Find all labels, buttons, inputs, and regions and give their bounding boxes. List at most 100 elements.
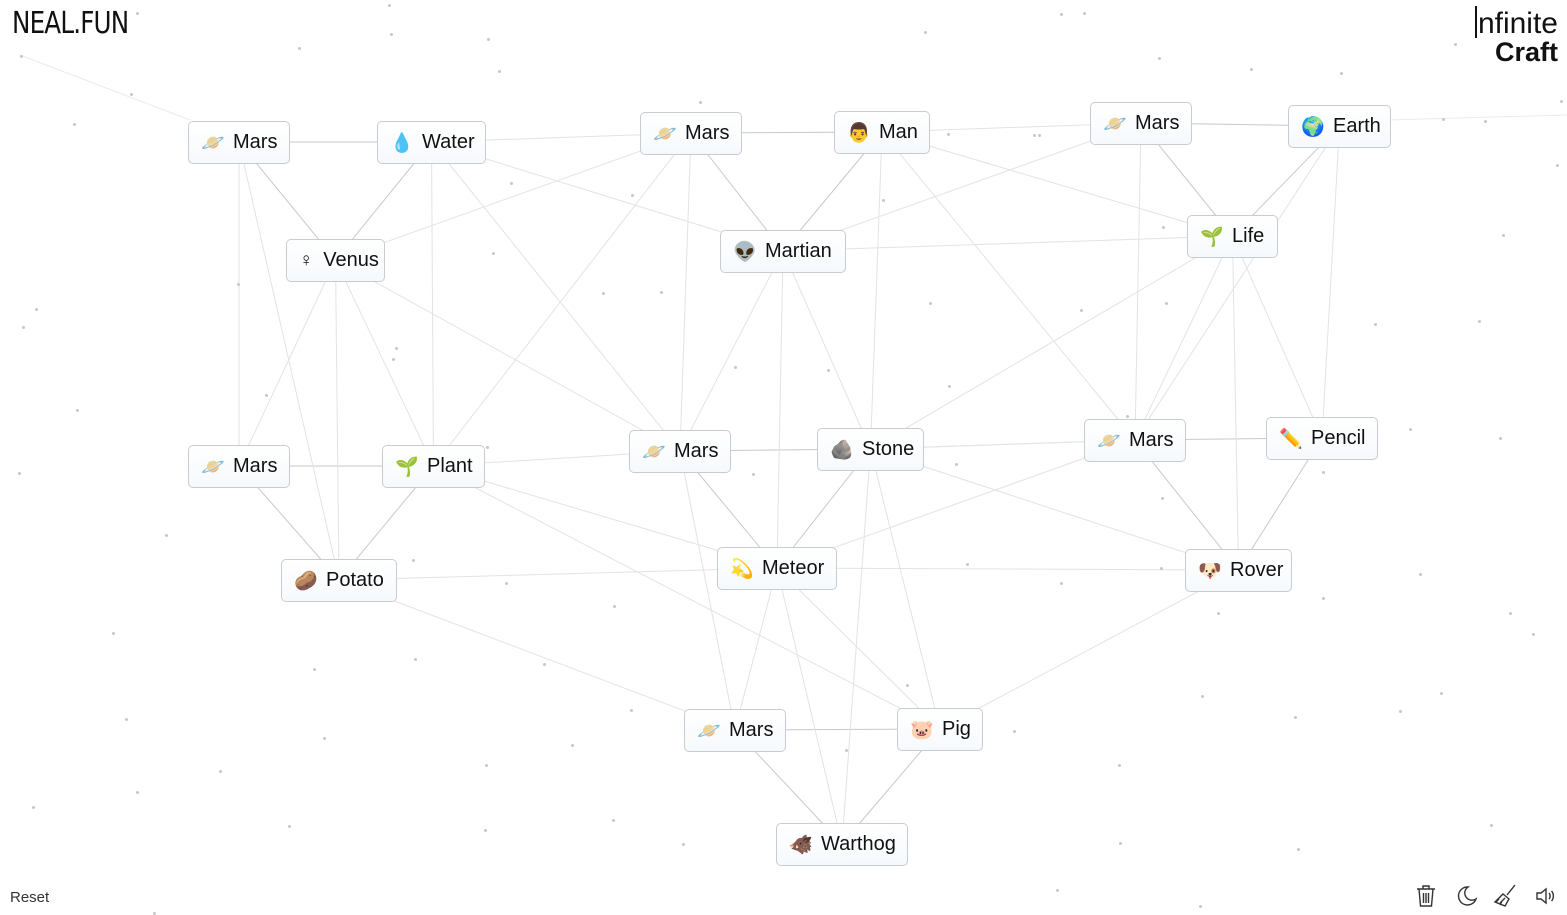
star-dot <box>906 684 909 687</box>
star-dot <box>32 806 35 809</box>
connection-line <box>1134 122 1142 441</box>
star-dot <box>1322 471 1325 474</box>
brand-line-2: Craft <box>1494 37 1558 67</box>
connection-line <box>870 448 941 730</box>
item-warthog[interactable]: 🐗 Warthog <box>776 823 908 866</box>
item-label: Stone <box>862 438 915 460</box>
star-dot <box>1409 428 1412 431</box>
star-dot <box>313 668 316 671</box>
item-label: Venus <box>323 249 379 271</box>
star-dot <box>602 292 605 295</box>
item-label: Mars <box>1129 429 1174 451</box>
item-earth[interactable]: 🌍 Earth <box>1288 105 1391 148</box>
mars-icon: 🪐 <box>653 123 677 145</box>
item-mars[interactable]: 🪐 Mars <box>188 121 290 164</box>
item-life[interactable]: 🌱 Life <box>1187 215 1278 258</box>
broom-icon[interactable] <box>1493 883 1519 909</box>
mars-icon: 🪐 <box>697 720 721 742</box>
star-dot <box>682 843 685 846</box>
connection-line <box>238 141 340 581</box>
star-dot <box>571 744 574 747</box>
item-mars[interactable]: 🪐 Mars <box>1084 419 1186 462</box>
star-dot <box>543 663 546 666</box>
star-dot <box>1478 320 1481 323</box>
star-dot <box>390 33 393 36</box>
connection-line <box>776 567 941 730</box>
stone-icon: 🪨 <box>830 439 854 461</box>
star-dot <box>1560 100 1563 103</box>
star-dot <box>265 394 268 397</box>
star-dot <box>1199 905 1202 908</box>
trash-icon[interactable] <box>1413 883 1439 909</box>
star-dot <box>827 369 830 372</box>
item-mars[interactable]: 🪐 Mars <box>629 430 731 473</box>
connection-line <box>679 250 784 452</box>
item-stone[interactable]: 🪨 Stone <box>817 428 924 471</box>
star-dot <box>734 366 737 369</box>
meteor-icon: 💫 <box>730 558 754 580</box>
connection-line <box>335 259 340 581</box>
star-dot <box>1033 134 1036 137</box>
brand-line-1: nfinite <box>1475 6 1558 39</box>
item-martian[interactable]: 👽 Martian <box>720 230 846 273</box>
star-dot <box>1126 415 1129 418</box>
connection-line <box>734 567 778 731</box>
connection-line <box>338 579 736 731</box>
connection-line <box>782 250 871 450</box>
star-dot <box>1532 633 1535 636</box>
mars-icon: 🪐 <box>201 132 225 154</box>
star-dot <box>237 283 240 286</box>
star-dot <box>1374 323 1377 326</box>
reset-button[interactable]: Reset <box>10 889 49 906</box>
star-dot <box>288 825 291 828</box>
item-label: Plant <box>427 455 473 477</box>
item-mars[interactable]: 🪐 Mars <box>1090 102 1192 145</box>
item-label: Mars <box>685 122 730 144</box>
item-label: Pencil <box>1311 427 1366 449</box>
item-pig[interactable]: 🐷 Pig <box>897 708 983 751</box>
star-dot <box>955 463 958 466</box>
star-dot <box>948 385 951 388</box>
moon-icon[interactable] <box>1453 883 1479 909</box>
item-meteor[interactable]: 💫 Meteor <box>717 547 837 590</box>
star-dot <box>1217 612 1220 615</box>
connection-line <box>238 259 336 467</box>
item-man[interactable]: 👨 Man <box>834 111 930 154</box>
item-pencil[interactable]: ✏️ Pencil <box>1266 417 1378 460</box>
star-dot <box>130 93 133 96</box>
item-mars[interactable]: 🪐 Mars <box>684 709 786 752</box>
star-dot <box>165 534 168 537</box>
star-dot <box>612 819 615 822</box>
item-potato[interactable]: 🥔 Potato <box>281 559 397 602</box>
connection-line <box>881 131 1233 237</box>
item-mars[interactable]: 🪐 Mars <box>640 112 742 155</box>
connection-line <box>1389 114 1567 121</box>
connection-line <box>870 131 883 450</box>
item-mars[interactable]: 🪐 Mars <box>188 445 290 488</box>
item-plant[interactable]: 🌱 Plant <box>382 445 485 488</box>
connection-line <box>782 235 1233 252</box>
star-dot <box>660 291 663 294</box>
star-dot <box>947 133 950 136</box>
star-dot <box>1056 889 1059 892</box>
star-dot <box>125 718 128 721</box>
star-dot <box>1419 573 1422 576</box>
item-venus[interactable]: ♀ Venus <box>286 239 385 282</box>
star-dot <box>414 658 417 661</box>
item-water[interactable]: 💧 Water <box>377 121 486 164</box>
star-dot <box>76 409 79 412</box>
star-dot <box>219 770 222 773</box>
neal-fun-logo[interactable]: NEAL.FUN <box>12 6 129 41</box>
star-dot <box>498 70 501 73</box>
pig-icon: 🐷 <box>910 719 934 741</box>
star-dot <box>845 749 848 752</box>
item-rover[interactable]: 🐶 Rover <box>1185 549 1292 592</box>
star-dot <box>966 563 969 566</box>
star-dot <box>882 199 885 202</box>
star-dot <box>1201 695 1204 698</box>
item-label: Mars <box>1135 112 1180 134</box>
star-dot <box>73 123 76 126</box>
venus-icon: ♀ <box>299 249 314 271</box>
sound-icon[interactable] <box>1533 883 1559 909</box>
star-dot <box>1158 57 1161 60</box>
